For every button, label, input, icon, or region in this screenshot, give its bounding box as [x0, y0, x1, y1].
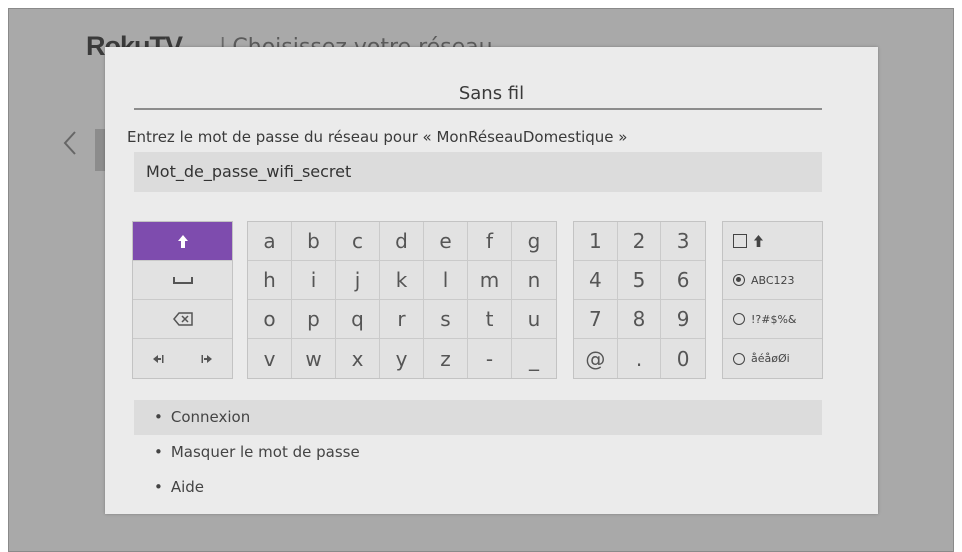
dialog-options-list: • Connexion • Masquer le mot de passe • Aid…: [134, 400, 822, 505]
option-hide-password[interactable]: • Masquer le mot de passe: [134, 435, 822, 470]
letter-key[interactable]: q: [336, 300, 380, 339]
letter-key[interactable]: n: [512, 261, 556, 300]
shift-arrow-icon: [753, 235, 764, 247]
mode-symbols[interactable]: !?#$%&: [723, 300, 822, 339]
letter-key[interactable]: s: [424, 300, 468, 339]
radio-icon: [733, 352, 745, 365]
chevron-left-icon: [63, 131, 76, 155]
password-dialog: Sans fil Entrez le mot de passe du résea…: [105, 47, 878, 514]
digit-key[interactable]: 9: [661, 300, 705, 339]
space-key[interactable]: [133, 261, 232, 300]
mode-label: !?#$%&: [751, 312, 797, 326]
digit-key[interactable]: 5: [617, 261, 662, 300]
letter-key[interactable]: m: [468, 261, 512, 300]
checkbox-icon: [733, 234, 747, 248]
digit-key[interactable]: 8: [617, 300, 662, 339]
option-label: Masquer le mot de passe: [170, 443, 360, 461]
dialog-title: Sans fil: [458, 83, 525, 104]
letter-key[interactable]: g: [512, 222, 556, 261]
digit-key[interactable]: 3: [661, 222, 705, 261]
letter-key[interactable]: k: [380, 261, 424, 300]
letter-key[interactable]: u: [512, 300, 556, 339]
letter-key[interactable]: f: [468, 222, 512, 261]
option-label: Connexion: [170, 408, 251, 426]
letter-key[interactable]: b: [292, 222, 336, 261]
mode-alphanumeric[interactable]: ABC123: [723, 261, 822, 300]
mode-label: åéåøØi: [751, 352, 790, 365]
letter-key[interactable]: v: [248, 339, 292, 378]
letter-key[interactable]: y: [380, 339, 424, 378]
cursor-keys: [133, 339, 232, 378]
letter-key[interactable]: x: [336, 339, 380, 378]
digit-key[interactable]: 2: [617, 222, 662, 261]
digit-key[interactable]: 4: [574, 261, 618, 300]
digit-key[interactable]: .: [618, 339, 662, 378]
backspace-key[interactable]: [133, 300, 232, 339]
bullet: •: [154, 443, 163, 461]
mode-label: ABC123: [751, 273, 795, 287]
letter-key[interactable]: h: [248, 261, 292, 300]
backspace-icon: [172, 312, 193, 326]
bullet: •: [154, 408, 163, 426]
function-keys-panel: [132, 221, 233, 379]
option-label: Aide: [170, 478, 205, 496]
letter-key[interactable]: _: [512, 339, 556, 378]
digit-key[interactable]: 1: [574, 222, 618, 261]
mode-accents[interactable]: åéåøØi: [723, 339, 822, 378]
radio-icon: [733, 313, 745, 325]
cursor-left-icon: [152, 354, 164, 363]
letter-key[interactable]: c: [336, 222, 380, 261]
letter-key[interactable]: d: [380, 222, 424, 261]
bullet: •: [154, 478, 163, 496]
shift-arrow-icon: [177, 234, 188, 248]
letter-key[interactable]: e: [424, 222, 468, 261]
digit-key[interactable]: 0: [661, 339, 705, 378]
password-input[interactable]: Mot_de_passe_wifi_secret: [134, 152, 822, 192]
cursor-right-icon: [201, 354, 213, 363]
letter-key[interactable]: w: [292, 339, 336, 378]
shift-key[interactable]: [133, 222, 232, 261]
password-prompt: Entrez le mot de passe du réseau pour « …: [127, 128, 628, 146]
digit-keys-panel: 1 2 3 4 5 6 7 8 9 @. 0: [573, 221, 706, 379]
letter-key[interactable]: a: [248, 222, 292, 261]
option-help[interactable]: • Aide: [134, 470, 822, 505]
letter-key[interactable]: z: [424, 339, 468, 378]
title-divider: [134, 108, 822, 110]
space-icon: [172, 277, 193, 284]
letter-key[interactable]: t: [468, 300, 512, 339]
keyboard-mode-panel: ABC123 !?#$%& åéåøØi: [722, 221, 823, 379]
option-connect[interactable]: • Connexion: [134, 400, 822, 435]
letter-key[interactable]: i: [292, 261, 336, 300]
cursor-left-button[interactable]: [133, 354, 183, 364]
letter-key[interactable]: p: [292, 300, 336, 339]
letter-key[interactable]: o: [248, 300, 292, 339]
letter-key[interactable]: j: [336, 261, 380, 300]
letter-keys-panel: a b c d e f g h i j k l m n o p q r s t u v w x y z - _: [247, 221, 557, 379]
letter-key[interactable]: l: [424, 261, 468, 300]
cursor-right-button[interactable]: [183, 354, 233, 364]
letter-key[interactable]: -: [468, 339, 512, 378]
digit-key[interactable]: 6: [661, 261, 705, 300]
caps-lock-key[interactable]: [723, 222, 822, 261]
letter-key[interactable]: r: [380, 300, 424, 339]
radio-selected-icon: [733, 274, 745, 286]
digit-key[interactable]: 7: [574, 300, 618, 339]
digit-key[interactable]: @: [574, 339, 618, 378]
